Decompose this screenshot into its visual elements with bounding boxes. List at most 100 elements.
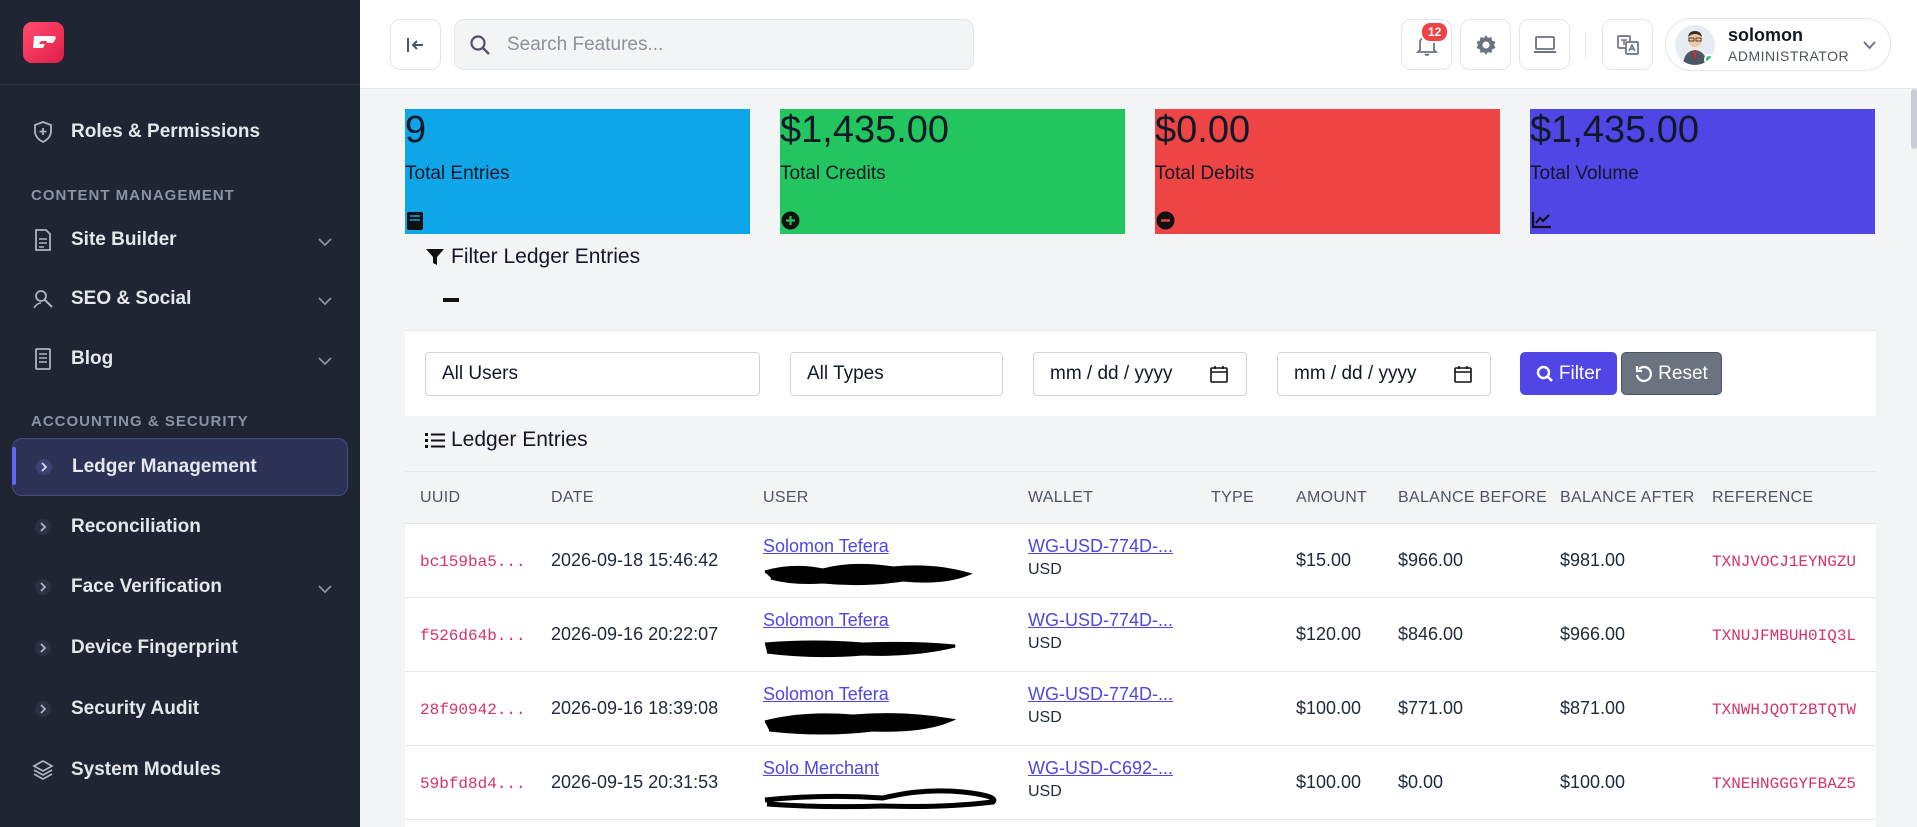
blog-icon <box>32 348 54 370</box>
uuid-cell: f526d64b... <box>420 627 526 645</box>
topbar: 12 solomon ADMINISTRATOR <box>360 0 1917 89</box>
user-link[interactable]: Solomon Tefera <box>763 684 889 704</box>
user-cell: Solo Merchant <box>763 758 1003 810</box>
logo-area <box>0 0 360 85</box>
display-mode-button[interactable] <box>1519 19 1570 70</box>
date-cell: 2026-09-15 20:31:53 <box>551 772 719 792</box>
table-row[interactable]: bc159ba5... 2026-09-18 15:46:42 Solomon … <box>405 524 1876 598</box>
chevron-right-circle-icon <box>33 456 55 478</box>
sidebar-item-blog[interactable]: Blog <box>12 331 348 387</box>
wallet-link[interactable]: WG-USD-774D-... <box>1028 610 1173 631</box>
stat-card-total-debits: $0.00 Total Debits <box>1155 109 1500 234</box>
wallet-link[interactable]: WG-USD-774D-... <box>1028 684 1173 705</box>
date-cell: 2026-09-16 20:22:07 <box>551 624 719 644</box>
scrollbar[interactable] <box>1911 89 1917 149</box>
wallet-cell: WG-USD-774D-... USD <box>1028 610 1173 653</box>
stat-value: $0.00 <box>1155 109 1251 151</box>
user-info: solomon ADMINISTRATOR <box>1728 25 1849 64</box>
table-row[interactable]: f526d64b... 2026-09-16 20:22:07 Solomon … <box>405 598 1876 672</box>
sidebar-item-label: Blog <box>71 348 114 369</box>
calendar-icon[interactable] <box>1454 365 1472 383</box>
filter-button[interactable]: Filter <box>1520 352 1617 395</box>
reset-button-label: Reset <box>1658 362 1708 384</box>
column-header-date[interactable]: DATE <box>551 489 594 507</box>
stat-value: $1,435.00 <box>1530 109 1700 151</box>
balance-after-cell: $981.00 <box>1560 550 1626 570</box>
search-icon <box>470 34 490 55</box>
settings-button[interactable] <box>1460 19 1511 70</box>
wallet-link[interactable]: WG-USD-C692-... <box>1028 758 1173 779</box>
date-to-field[interactable]: mm / dd / yyyy <box>1277 352 1491 396</box>
reset-button[interactable]: Reset <box>1621 352 1722 395</box>
wallet-link[interactable]: WG-USD-774D-... <box>1028 536 1173 557</box>
balance-before-cell: $966.00 <box>1398 550 1464 570</box>
search-input[interactable] <box>507 33 947 56</box>
stat-label: Total Debits <box>1155 163 1255 184</box>
user-link[interactable]: Solo Merchant <box>763 758 879 778</box>
sidebar-item-security-audit[interactable]: Security Audit <box>12 681 348 737</box>
column-header-amount[interactable]: AMOUNT <box>1296 489 1367 507</box>
collapse-minus-icon[interactable] <box>443 298 459 302</box>
date-from-placeholder: mm / dd / yyyy <box>1050 363 1173 384</box>
wallet-currency: USD <box>1028 709 1062 726</box>
date-cell: 2026-09-18 15:46:42 <box>551 550 719 570</box>
document-icon <box>32 229 54 251</box>
calendar-icon[interactable] <box>1210 365 1228 383</box>
wallet-currency: USD <box>1028 783 1062 800</box>
wallet-cell: WG-USD-774D-... USD <box>1028 536 1173 579</box>
online-status-dot <box>1704 53 1715 65</box>
stat-card-total-credits: $1,435.00 Total Credits <box>780 109 1125 234</box>
reference-cell: TXNWHJQOT2BTQTW <box>1712 701 1857 719</box>
user-name: solomon <box>1728 25 1803 45</box>
section-label-accounting: ACCOUNTING & SECURITY <box>31 413 249 430</box>
column-header-type[interactable]: TYPE <box>1211 489 1254 507</box>
user-cell: Solomon Tefera <box>763 610 973 660</box>
sidebar-item-roles[interactable]: Roles & Permissions <box>12 104 348 160</box>
user-select[interactable]: All Users <box>425 352 760 396</box>
ledger-panel-header: Ledger Entries <box>405 416 1876 472</box>
collapse-sidebar-button[interactable] <box>390 19 441 70</box>
column-header-reference[interactable]: REFERENCE <box>1712 489 1813 507</box>
ledger-title-text: Ledger Entries <box>451 428 588 451</box>
sidebar-item-label: Reconciliation <box>71 516 201 537</box>
table-row[interactable]: 28f90942... 2026-09-16 18:39:08 Solomon … <box>405 672 1876 746</box>
column-header-uuid[interactable]: UUID <box>420 489 460 507</box>
chevron-down-icon <box>318 290 332 312</box>
sidebar-item-site-builder[interactable]: Site Builder <box>12 212 348 268</box>
balance-after-cell: $100.00 <box>1560 772 1626 792</box>
filter-button-label: Filter <box>1558 362 1602 384</box>
balance-before-cell: $846.00 <box>1398 624 1464 644</box>
type-select[interactable]: All Types <box>790 352 1003 396</box>
chevron-right-circle-icon <box>32 637 54 659</box>
column-header-balance-after[interactable]: BALANCE AFTER <box>1560 489 1695 507</box>
date-from-field[interactable]: mm / dd / yyyy <box>1033 352 1247 396</box>
column-header-user[interactable]: USER <box>763 489 809 507</box>
layers-icon <box>32 759 54 781</box>
sidebar-item-reconciliation[interactable]: Reconciliation <box>12 499 348 555</box>
app-logo[interactable] <box>23 21 64 63</box>
search-bar[interactable] <box>454 19 974 70</box>
sidebar-item-device-fingerprint[interactable]: Device Fingerprint <box>12 620 348 676</box>
filter-panel-header: Filter Ledger Entries <box>405 236 1876 331</box>
sidebar-item-system-modules[interactable]: System Modules <box>12 742 348 798</box>
sidebar-item-ledger-management[interactable]: Ledger Management <box>12 438 348 496</box>
language-button[interactable] <box>1602 19 1653 70</box>
sidebar-item-label: Face Verification <box>71 576 223 597</box>
balance-after-cell: $966.00 <box>1560 624 1626 644</box>
column-header-wallet[interactable]: WALLET <box>1028 489 1093 507</box>
ledger-title: Ledger Entries <box>425 428 588 452</box>
user-menu[interactable]: solomon ADMINISTRATOR <box>1665 18 1891 71</box>
sidebar-item-face-verification[interactable]: Face Verification <box>12 559 348 615</box>
table-row[interactable]: 59bfd8d4... 2026-09-15 20:31:53 Solo Mer… <box>405 746 1876 820</box>
uuid-cell: 28f90942... <box>420 701 526 719</box>
reference-cell: TXNEHNGGGYFBAZ5 <box>1712 775 1857 793</box>
redaction-scribble <box>764 640 956 658</box>
collapse-left-icon <box>406 37 423 52</box>
date-to-placeholder: mm / dd / yyyy <box>1294 363 1417 384</box>
column-header-balance-before[interactable]: BALANCE BEFORE <box>1398 489 1547 507</box>
sidebar-item-seo-social[interactable]: SEO & Social <box>12 271 348 327</box>
user-link[interactable]: Solomon Tefera <box>763 536 889 556</box>
chevron-right-circle-icon <box>32 576 54 598</box>
user-link[interactable]: Solomon Tefera <box>763 610 889 630</box>
chart-line-icon <box>1531 211 1552 234</box>
